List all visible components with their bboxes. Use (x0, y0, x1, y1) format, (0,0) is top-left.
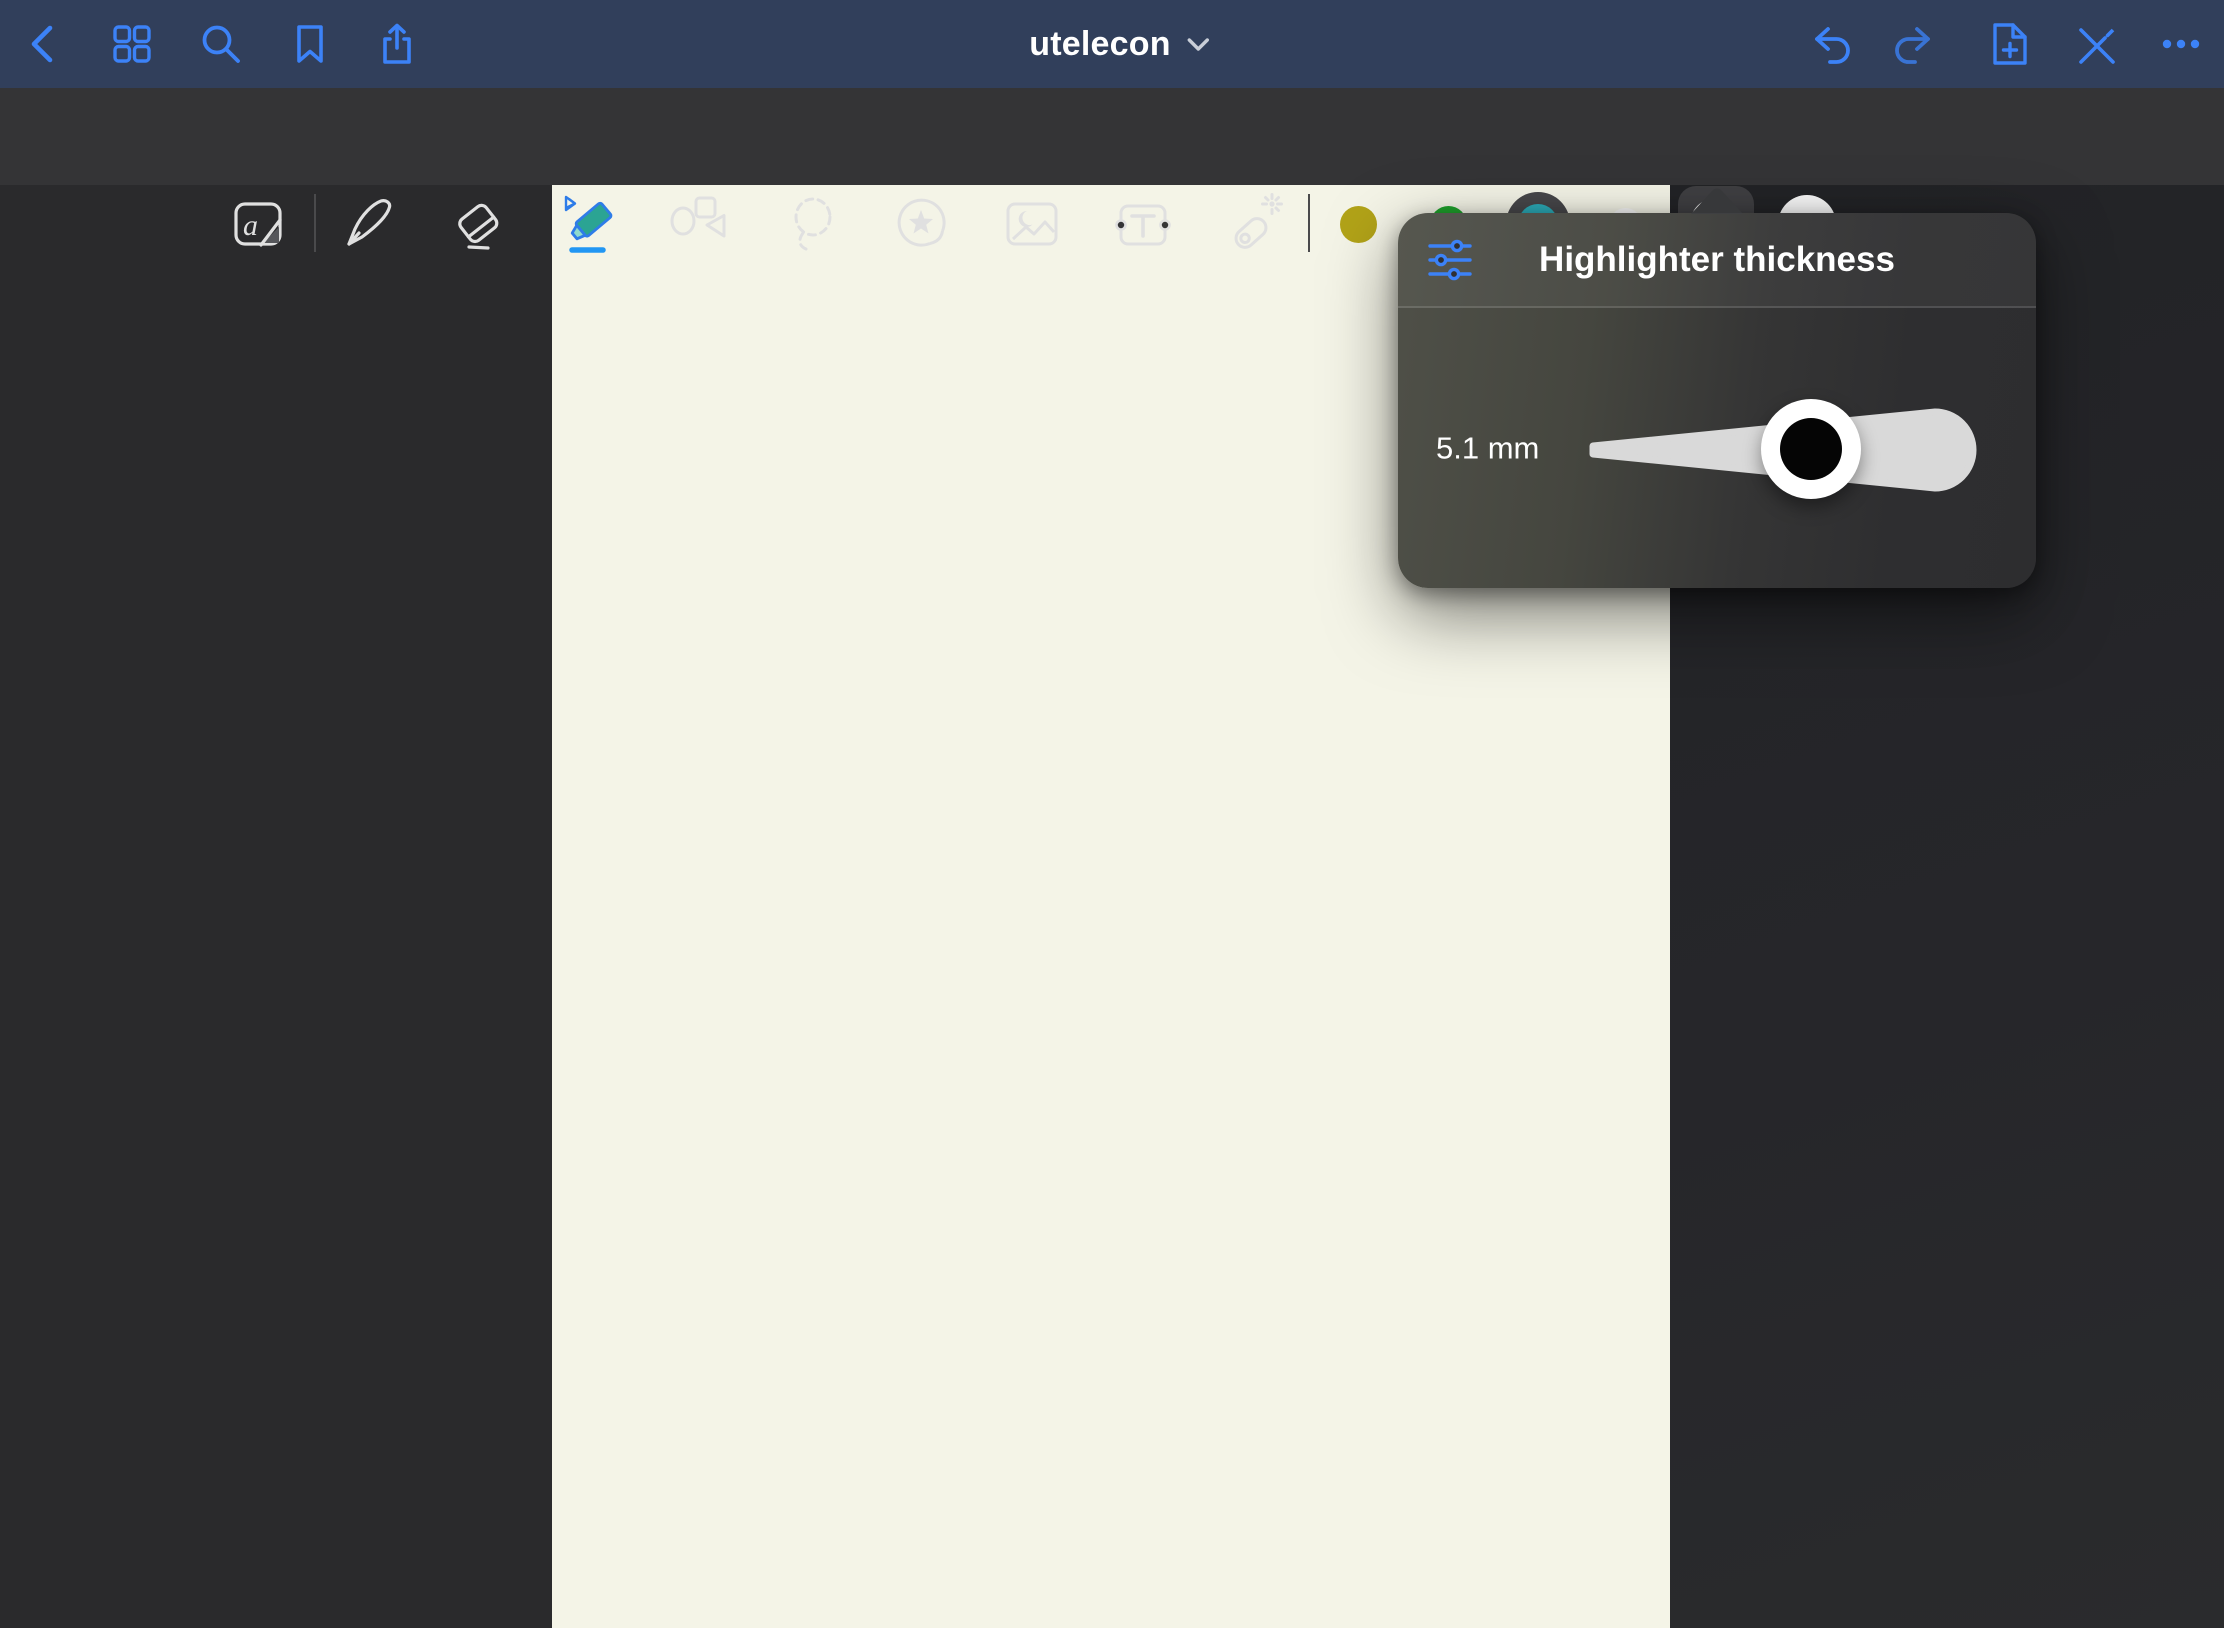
tool-pen[interactable] (335, 192, 399, 256)
bluetooth-icon (566, 197, 575, 210)
tool-image[interactable] (1000, 192, 1064, 256)
pages-grid-icon (108, 20, 156, 68)
search-icon (197, 20, 245, 68)
knob-center (1780, 418, 1842, 480)
share-button[interactable] (373, 20, 421, 68)
shapes-icon (667, 192, 731, 256)
toolbar-separator (314, 194, 316, 252)
redo-button[interactable] (1893, 20, 1941, 68)
document-title: utelecon (1029, 25, 1170, 64)
popover-title: Highlighter thickness (1539, 240, 1895, 280)
tool-highlighter[interactable] (558, 192, 622, 256)
tool-shapes[interactable] (667, 192, 731, 256)
sticker-icon (890, 192, 954, 256)
tools-toolbar: a (0, 88, 2224, 185)
highlighter-thickness-popover: Highlighter thickness 5.1 mm (1398, 213, 2036, 588)
redo-icon (1893, 20, 1941, 68)
lasso-icon (780, 192, 844, 256)
toolbar-separator (1308, 194, 1310, 252)
bookmark-button[interactable] (286, 20, 334, 68)
top-navbar: utelecon (0, 0, 2224, 88)
popover-header: Highlighter thickness (1398, 213, 2036, 308)
document-title-menu[interactable]: utelecon (1029, 0, 1210, 88)
pages-grid-button[interactable] (108, 20, 156, 68)
tool-eraser[interactable] (448, 192, 512, 256)
undo-icon (1804, 20, 1852, 68)
chevron-down-icon (1187, 36, 1211, 52)
more-button[interactable] (2157, 20, 2205, 68)
popover-caret (1691, 187, 1743, 214)
back-chevron-icon (20, 20, 68, 68)
thickness-slider-knob[interactable] (1761, 399, 1861, 499)
tool-sticker[interactable] (890, 192, 954, 256)
thickness-value: 5.1 mm (1436, 431, 1539, 467)
stylus-toggle-button[interactable] (2069, 20, 2117, 68)
laser-pointer-icon (1223, 192, 1287, 256)
zoom-window-icon: a (226, 192, 290, 256)
text-icon (1111, 192, 1175, 256)
tool-laser-pointer[interactable] (1223, 192, 1287, 256)
ellipsis-icon (2157, 20, 2205, 68)
image-icon (1000, 192, 1064, 256)
search-button[interactable] (197, 20, 245, 68)
share-icon (373, 20, 421, 68)
stylus-cross-icon (2069, 20, 2117, 68)
tool-text[interactable] (1111, 192, 1175, 256)
pen-icon (335, 192, 399, 256)
back-button[interactable] (20, 20, 68, 68)
add-page-button[interactable] (1981, 20, 2029, 68)
color-swatch-yellow[interactable] (1340, 206, 1377, 243)
highlighter-icon (558, 192, 622, 256)
sliders-icon (1426, 236, 1474, 284)
bookmark-icon (286, 20, 334, 68)
add-page-icon (1981, 20, 2029, 68)
tool-lasso[interactable] (780, 192, 844, 256)
undo-button[interactable] (1804, 20, 1852, 68)
app-screen: utelecon a (0, 0, 2224, 1628)
eraser-icon (448, 192, 512, 256)
tool-zoom-window[interactable]: a (226, 192, 290, 256)
svg-text:a: a (243, 209, 258, 242)
